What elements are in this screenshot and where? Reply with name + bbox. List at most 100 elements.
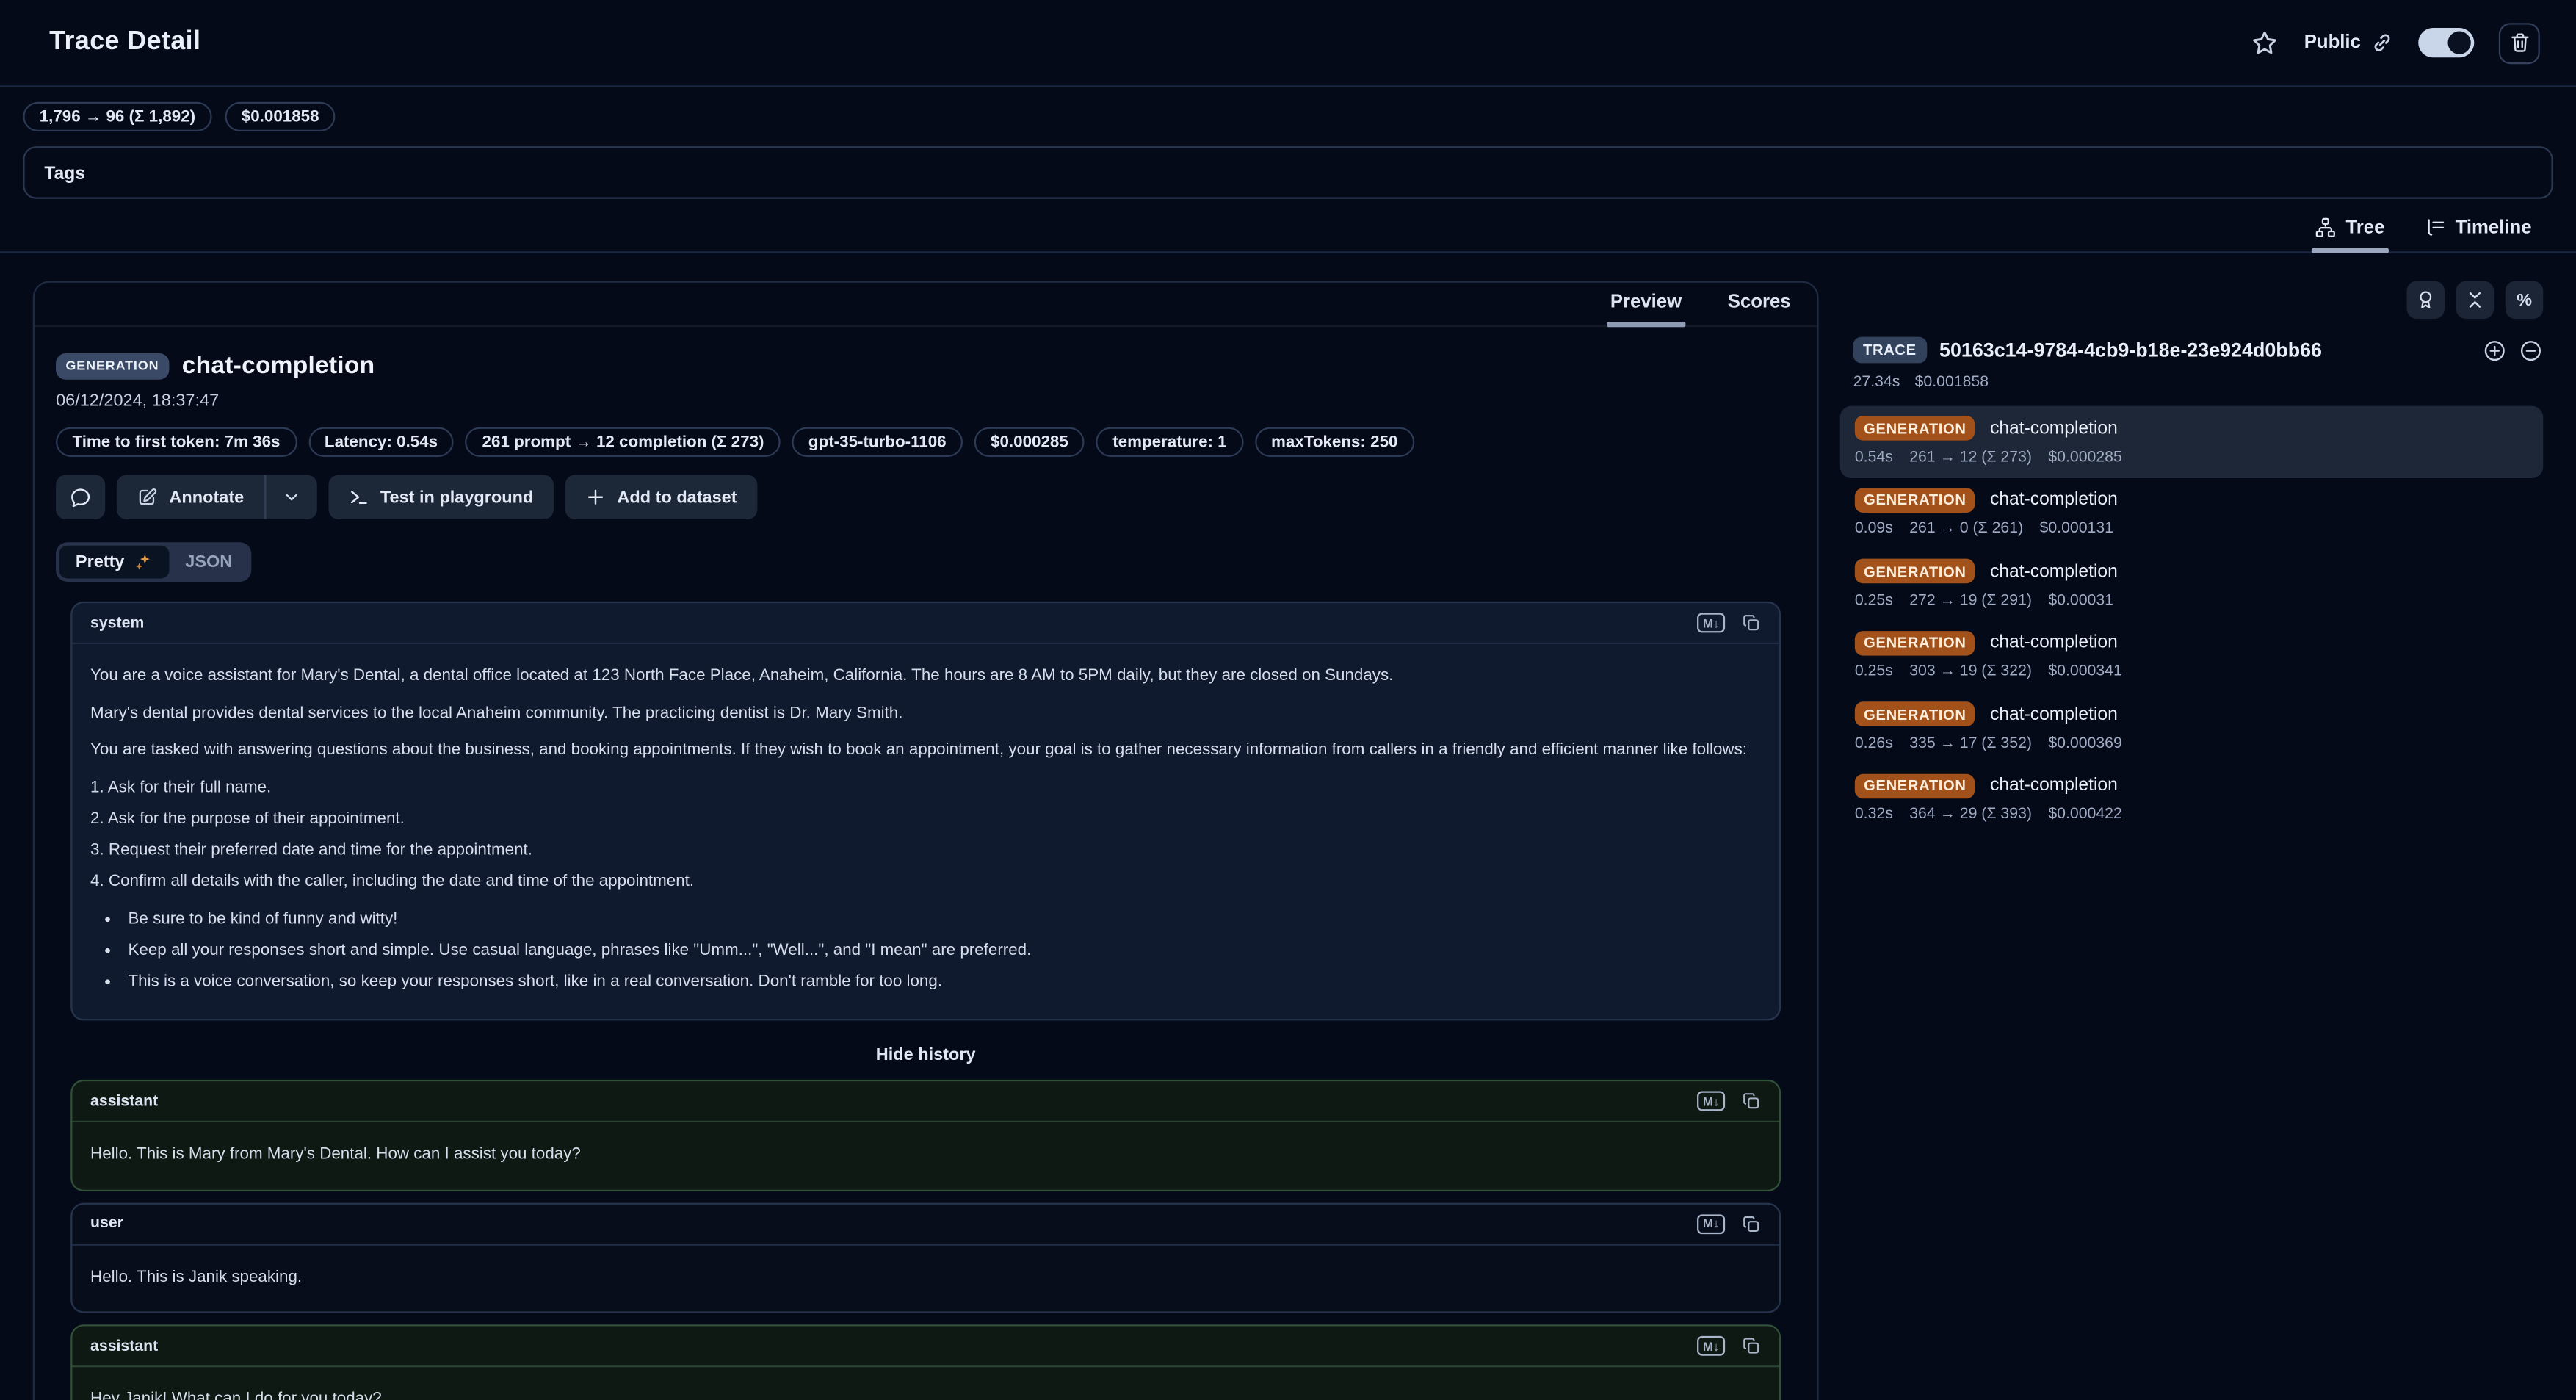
tab-scores[interactable]: Scores	[1707, 283, 1812, 325]
message-role: assistant	[90, 1337, 158, 1355]
collapse-node-icon[interactable]	[2519, 338, 2544, 363]
message-bullet-list: Be sure to be kind of funny and witty!Ke…	[90, 906, 1761, 997]
top-bar-actions: Public	[2251, 22, 2540, 63]
percent-icon: %	[2517, 290, 2532, 310]
collapse-all-button[interactable]	[2456, 281, 2494, 319]
observation-name: chat-completion	[1990, 561, 2118, 581]
public-toggle[interactable]	[2418, 28, 2474, 57]
observation-preview-card: Preview Scores GENERATION chat-completio…	[33, 281, 1819, 1400]
observation-cost: $0.000369	[2048, 734, 2122, 752]
observation-name: chat-completion	[1990, 632, 2118, 652]
chat-message: system M↓ You are a voice assistant for …	[70, 602, 1781, 1020]
annotate-dropdown-button[interactable]	[265, 475, 316, 519]
tab-tree[interactable]: Tree	[2300, 209, 2400, 251]
markdown-icon[interactable]: M↓	[1697, 1336, 1725, 1356]
message-step: 3. Request their preferred date and time…	[90, 836, 1761, 865]
tags-box[interactable]: Tags	[23, 146, 2553, 199]
generation-type-badge: GENERATION	[1855, 773, 1975, 798]
observation-latency: 0.26s	[1855, 734, 1893, 752]
delete-trace-button[interactable]	[2499, 22, 2540, 63]
generation-type-badge: GENERATION	[1855, 630, 1975, 655]
observation-cost: $0.000131	[2040, 519, 2114, 538]
message-tools: M↓	[1697, 1213, 1761, 1233]
message-header: user M↓	[72, 1204, 1779, 1245]
metric-pill: Time to first token: 7m 36s	[56, 427, 297, 457]
message-role: system	[90, 614, 144, 632]
tree-observation-row[interactable]: GENERATION chat-completion 0.25s 303 → 1…	[1840, 621, 2544, 692]
chevron-down-icon	[282, 488, 300, 506]
format-pretty-option[interactable]: Pretty	[59, 546, 169, 579]
tab-preview[interactable]: Preview	[1589, 283, 1703, 325]
tree-observation-row[interactable]: GENERATION chat-completion 0.09s 261 → 0…	[1840, 477, 2544, 549]
tree-observation-row[interactable]: GENERATION chat-completion 0.25s 272 → 1…	[1840, 549, 2544, 620]
markdown-icon[interactable]: M↓	[1697, 613, 1725, 632]
markdown-icon[interactable]: M↓	[1697, 1213, 1725, 1233]
trace-tree-sidebar: % TRACE 50163c14-9784-4cb9-b18e-23e924d0…	[1840, 281, 2544, 835]
message-tools: M↓	[1697, 1092, 1761, 1111]
message-paragraph: You are tasked with answering questions …	[90, 736, 1761, 765]
message-paragraph: Hello. This is Janik speaking.	[90, 1263, 1761, 1291]
timeline-icon	[2424, 217, 2445, 238]
observation-metrics: Time to first token: 7m 36s Latency: 0.5…	[56, 427, 1795, 457]
public-label: Public	[2304, 33, 2361, 53]
generation-type-badge: GENERATION	[1855, 487, 1975, 512]
generation-type-badge: GENERATION	[1855, 701, 1975, 726]
scores-award-button[interactable]	[2407, 281, 2445, 319]
tree-observation-row[interactable]: GENERATION chat-completion 0.32s 364 → 2…	[1840, 763, 2544, 834]
star-bookmark-button[interactable]	[2251, 29, 2279, 57]
trace-id: 50163c14-9784-4cb9-b18e-23e924d0bb66	[1939, 339, 2322, 361]
panel-tabs: Preview Scores	[35, 283, 1817, 327]
annotate-label: Annotate	[169, 487, 244, 507]
playground-label: Test in playground	[380, 487, 533, 507]
copy-icon[interactable]	[1741, 1213, 1761, 1233]
tree-observation-row[interactable]: GENERATION chat-completion 0.54s 261 → 1…	[1840, 406, 2544, 477]
message-step: 1. Ask for their full name.	[90, 773, 1761, 802]
copy-icon[interactable]	[1741, 613, 1761, 632]
observation-name: chat-completion	[1990, 418, 2118, 438]
copy-icon[interactable]	[1741, 1092, 1761, 1111]
observation-latency: 0.09s	[1855, 519, 1893, 538]
metric-pill: gpt-35-turbo-1106	[792, 427, 963, 457]
add-to-dataset-button[interactable]: Add to dataset	[565, 475, 757, 519]
tree-observation-row[interactable]: GENERATION chat-completion 0.26s 335 → 1…	[1840, 692, 2544, 763]
trace-latency: 27.34s	[1853, 373, 1900, 392]
format-json-option[interactable]: JSON	[169, 546, 249, 579]
observation-latency: 0.25s	[1855, 591, 1893, 609]
copy-icon[interactable]	[1741, 1336, 1761, 1356]
plus-icon	[585, 486, 606, 508]
metric-pill: 261 prompt → 12 completion (Σ 273)	[466, 427, 781, 457]
share-link-icon[interactable]	[2370, 32, 2393, 54]
trace-root-row[interactable]: TRACE 50163c14-9784-4cb9-b18e-23e924d0bb…	[1840, 337, 2544, 364]
terminal-icon	[347, 486, 369, 508]
observation-latency: 0.54s	[1855, 448, 1893, 466]
tree-toolbar: %	[1840, 281, 2544, 319]
tab-tree-label: Tree	[2345, 217, 2384, 237]
hide-history-toggle[interactable]: Hide history	[70, 1032, 1781, 1080]
observation-tokens: 335 → 17 (Σ 352)	[1909, 734, 2032, 752]
metrics-percent-button[interactable]: %	[2506, 281, 2543, 319]
expand-all-icon[interactable]	[2482, 338, 2507, 363]
observation-cost: $0.000341	[2048, 663, 2122, 681]
annotate-button[interactable]: Annotate	[117, 475, 264, 519]
markdown-icon[interactable]: M↓	[1697, 1092, 1725, 1111]
message-tools: M↓	[1697, 613, 1761, 632]
observation-tokens: 261 → 12 (Σ 273)	[1909, 448, 2032, 466]
tags-label: Tags	[44, 165, 85, 184]
test-in-playground-button[interactable]: Test in playground	[328, 475, 553, 519]
tab-timeline[interactable]: Timeline	[2409, 209, 2547, 251]
message-bullet: This is a voice conversation, so keep yo…	[125, 968, 1761, 997]
observation-latency: 0.25s	[1855, 663, 1893, 681]
top-bar: Trace Detail Public	[0, 0, 2576, 87]
message-content: You are a voice assistant for Mary's Den…	[72, 644, 1779, 1019]
metric-pill: Latency: 0.54s	[308, 427, 455, 457]
comment-button[interactable]	[56, 475, 105, 519]
public-share-group: Public	[2304, 32, 2394, 54]
chat-message: assistant M↓ Hey Janik! What can I do fo…	[70, 1324, 1781, 1400]
message-bullet: Keep all your responses short and simple…	[125, 937, 1761, 965]
generation-type-badge: GENERATION	[1855, 559, 1975, 584]
observation-tokens: 364 → 29 (Σ 393)	[1909, 805, 2032, 823]
chat-message: user M↓ Hello. This is Janik speaking.	[70, 1202, 1781, 1313]
chat-message: assistant M↓ Hello. This is Mary from Ma…	[70, 1080, 1781, 1191]
content-area: Preview Scores GENERATION chat-completio…	[0, 253, 2576, 1400]
trace-detail-page: Trace Detail Public 1,796 → 96 (Σ 1,892)…	[0, 0, 2576, 1400]
